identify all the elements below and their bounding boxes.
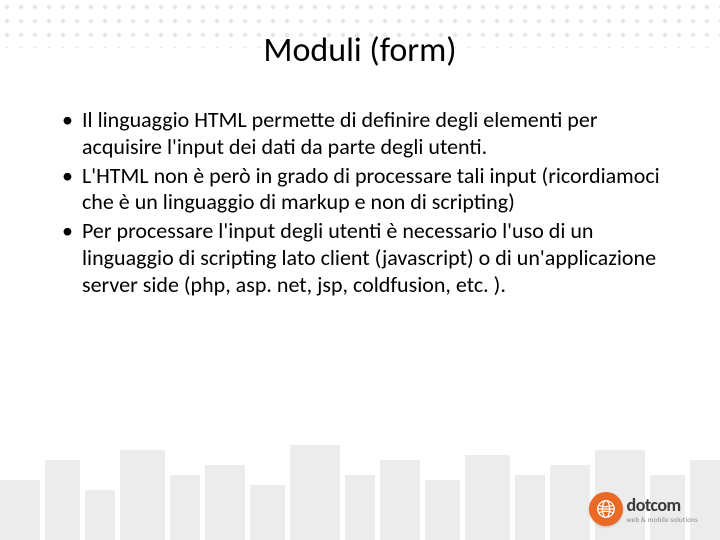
bullet-item: Per processare l'input degli utenti è ne… <box>60 218 660 298</box>
bullet-item: Il linguaggio HTML permette di definire … <box>60 107 660 161</box>
slide-content: Moduli (form) Il linguaggio HTML permett… <box>0 0 720 299</box>
logo-tagline: web & mobile solutions <box>627 516 698 523</box>
logo-mark-icon <box>589 492 623 526</box>
slide-title: Moduli (form) <box>60 30 660 71</box>
logo-text: dotcom web & mobile solutions <box>627 496 698 523</box>
brand-logo: dotcom web & mobile solutions <box>589 492 698 526</box>
bullet-item: L'HTML non è però in grado di processare… <box>60 163 660 217</box>
logo-brand-name: dotcom <box>627 496 698 514</box>
bullet-list: Il linguaggio HTML permette di definire … <box>60 107 660 299</box>
